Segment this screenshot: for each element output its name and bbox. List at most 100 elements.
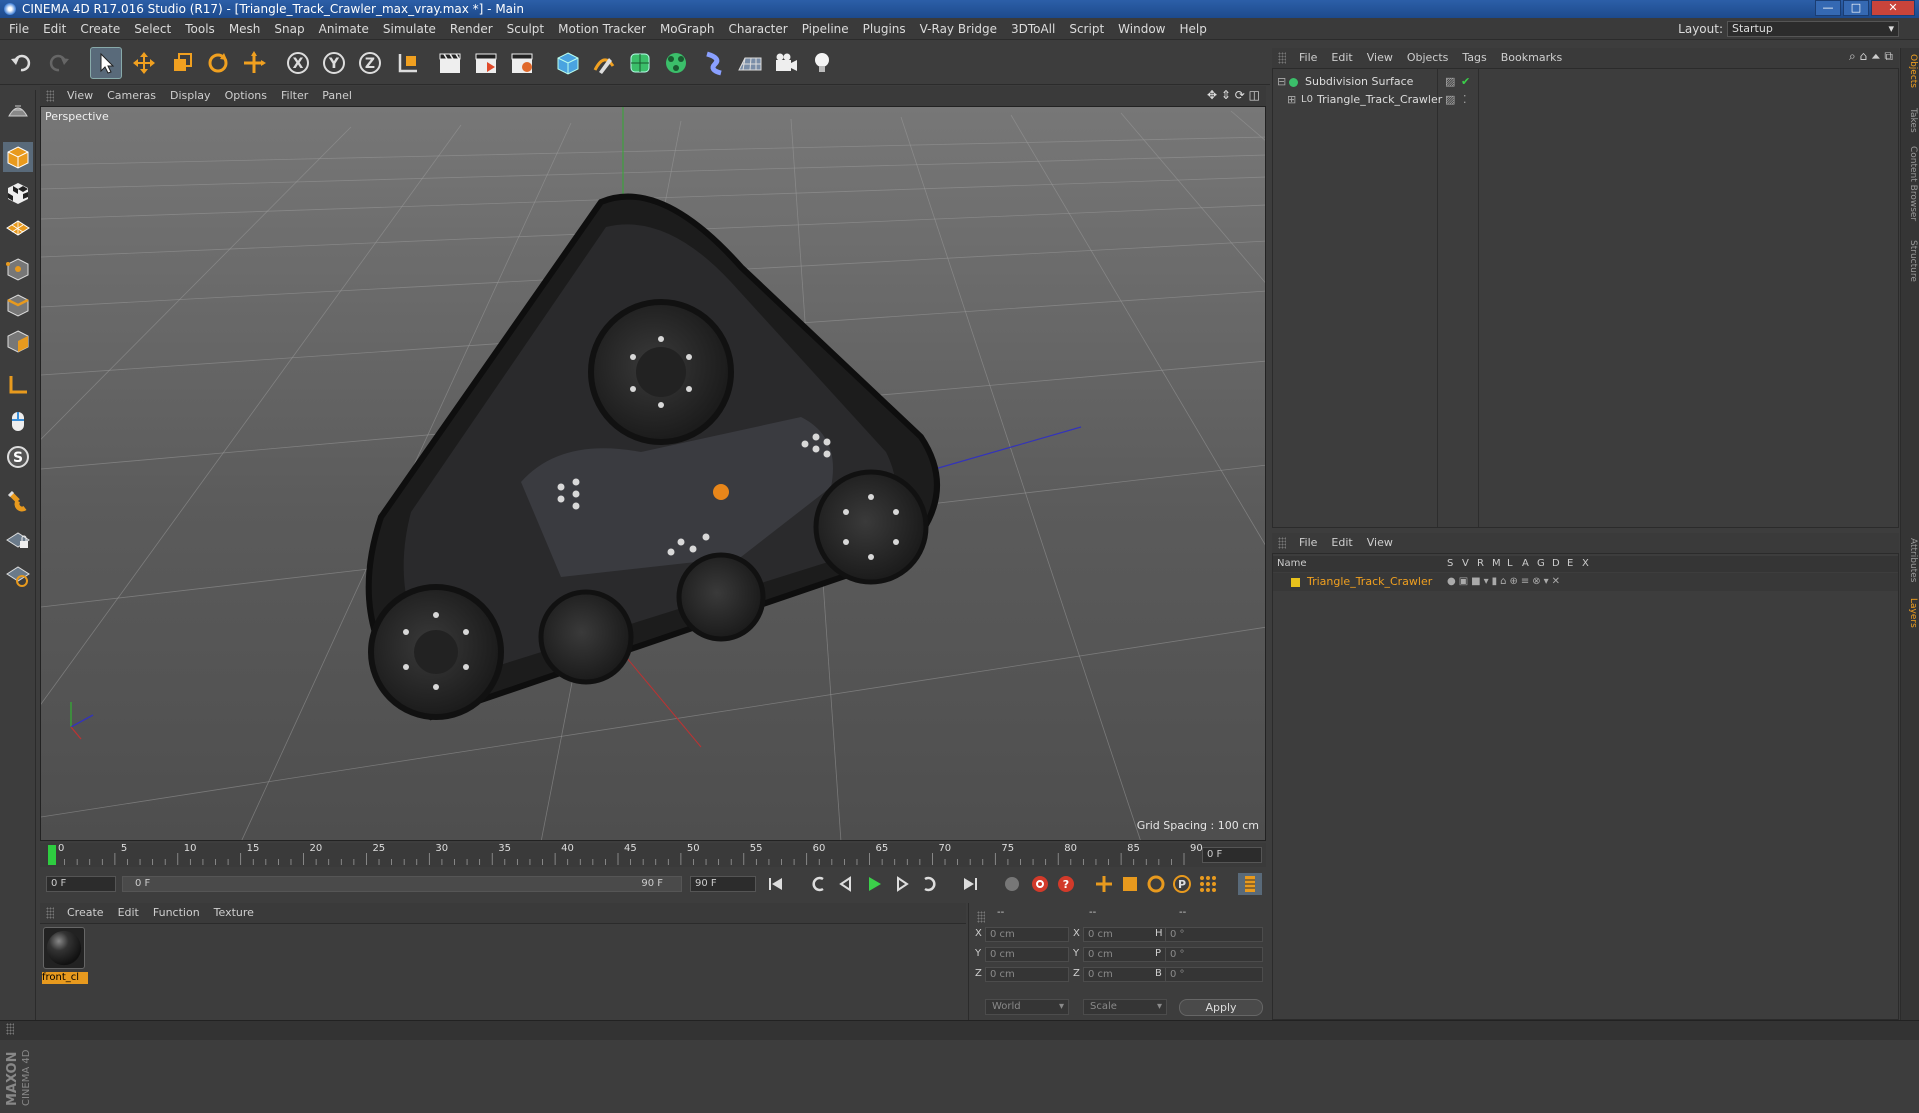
lock-workplane-button[interactable]	[3, 524, 33, 554]
layer-menu-view[interactable]: View	[1360, 533, 1400, 553]
pan-icon[interactable]: ✥	[1207, 88, 1217, 102]
menu-character[interactable]: Character	[721, 18, 794, 40]
viewport-menu-display[interactable]: Display	[163, 86, 218, 106]
new-window-icon[interactable]: ⧉	[1884, 49, 1893, 63]
frame-range-slider[interactable]: 0 F 90 F	[122, 876, 682, 892]
layer-tag-icon[interactable]: ▨	[1445, 91, 1455, 109]
hierarchy-up-icon[interactable]: ⏶	[1871, 49, 1881, 63]
scale-tool-button[interactable]	[166, 47, 198, 79]
3d-viewport[interactable]: Perspective Grid Spacing : 100 cm	[40, 106, 1266, 841]
menu-pipeline[interactable]: Pipeline	[795, 18, 856, 40]
current-frame-field[interactable]: 0 F	[1202, 847, 1262, 863]
menu-animate[interactable]: Animate	[312, 18, 376, 40]
menu-script[interactable]: Script	[1062, 18, 1111, 40]
key-parameter-button[interactable]: P	[1170, 873, 1194, 895]
key-scale-button[interactable]	[1118, 873, 1142, 895]
tweak-mode-button[interactable]	[3, 406, 33, 436]
planar-workplane-button[interactable]	[3, 560, 33, 590]
pen-spline-button[interactable]	[588, 47, 620, 79]
layer-menu-file[interactable]: File	[1292, 533, 1324, 553]
keyframe-selection-button[interactable]: ?	[1054, 873, 1078, 895]
material-item[interactable]: front_cl	[40, 924, 92, 988]
menu-v-ray-bridge[interactable]: V-Ray Bridge	[913, 18, 1004, 40]
object-menu-bookmarks[interactable]: Bookmarks	[1494, 48, 1569, 68]
enabled-check-icon[interactable]: ✔	[1461, 73, 1470, 91]
collapse-icon[interactable]: ⊟	[1277, 73, 1286, 91]
layer-menu-edit[interactable]: Edit	[1324, 533, 1359, 553]
axis-mode-button[interactable]	[3, 370, 33, 400]
size-mode-select[interactable]: Scale ▾	[1083, 999, 1167, 1015]
rotate-tool-button[interactable]	[202, 47, 234, 79]
rotation-b-field[interactable]: 0 °	[1165, 967, 1263, 982]
layer-column-name[interactable]: Name	[1277, 556, 1307, 572]
layer-tag-icon[interactable]: ▨	[1445, 73, 1455, 91]
object-row[interactable]: ⊞ L0 Triangle_Track_Crawler ▨ ⁚	[1273, 91, 1898, 109]
next-key-button[interactable]	[918, 873, 942, 895]
menu-mograph[interactable]: MoGraph	[653, 18, 722, 40]
menu-help[interactable]: Help	[1172, 18, 1213, 40]
menu-plugins[interactable]: Plugins	[856, 18, 913, 40]
layout-select[interactable]: Startup ▾	[1727, 21, 1899, 37]
menu-mesh[interactable]: Mesh	[222, 18, 268, 40]
x-axis-button[interactable]: X	[282, 47, 314, 79]
magnet-button[interactable]	[3, 486, 33, 516]
points-mode-button[interactable]	[3, 254, 33, 284]
tab-objects[interactable]: Objects	[1903, 54, 1918, 88]
world-coordinates-button[interactable]	[392, 47, 424, 79]
apply-button[interactable]: Apply	[1179, 999, 1263, 1016]
rotation-h-field[interactable]: 0 °	[1165, 927, 1263, 942]
key-pla-button[interactable]	[1196, 873, 1220, 895]
move-tool-button[interactable]	[128, 47, 160, 79]
menu-edit[interactable]: Edit	[36, 18, 73, 40]
camera-button[interactable]	[770, 47, 802, 79]
redo-button[interactable]	[42, 47, 74, 79]
select-tool-button[interactable]	[90, 47, 122, 79]
make-editable-button[interactable]	[3, 94, 33, 124]
cloner-button[interactable]	[660, 47, 692, 79]
rotation-p-field[interactable]: 0 °	[1165, 947, 1263, 962]
autokey-button[interactable]	[1028, 873, 1052, 895]
object-menu-tags[interactable]: Tags	[1455, 48, 1493, 68]
menu-render[interactable]: Render	[443, 18, 500, 40]
deformer-button[interactable]	[698, 47, 730, 79]
play-button[interactable]	[862, 873, 886, 895]
floor-button[interactable]	[734, 47, 766, 79]
edges-mode-button[interactable]	[3, 290, 33, 320]
render-picture-viewer-button[interactable]	[470, 47, 502, 79]
tab-attributes[interactable]: Attributes	[1903, 538, 1918, 582]
end-frame-field[interactable]: 90 F	[690, 876, 756, 892]
tab-content-browser[interactable]: Content Browser	[1903, 146, 1918, 221]
timeline-ruler[interactable]: 0 5 10 15 20 25 30 35 40 45 50 55 60 65 70 75 80 85 90 0 F	[40, 843, 1266, 867]
position-x-field[interactable]: 0 cm	[985, 927, 1069, 942]
menu-create[interactable]: Create	[73, 18, 127, 40]
menu-motion-tracker[interactable]: Motion Tracker	[551, 18, 653, 40]
viewport-menu-view[interactable]: View	[60, 86, 100, 106]
menu-3dtoall[interactable]: 3DToAll	[1004, 18, 1062, 40]
light-button[interactable]	[806, 47, 838, 79]
material-menu-edit[interactable]: Edit	[111, 903, 146, 923]
viewport-menu-cameras[interactable]: Cameras	[100, 86, 163, 106]
material-menu-create[interactable]: Create	[60, 903, 111, 923]
playhead-marker[interactable]	[48, 845, 56, 865]
undo-button[interactable]	[6, 47, 38, 79]
expand-icon[interactable]: ⊞	[1287, 91, 1296, 109]
object-menu-edit[interactable]: Edit	[1324, 48, 1359, 68]
search-icon[interactable]: ⌕	[1849, 49, 1856, 63]
object-row[interactable]: ⊟ Subdivision Surface ▨ ✔	[1273, 73, 1898, 91]
material-menu-function[interactable]: Function	[146, 903, 207, 923]
render-settings-button[interactable]	[506, 47, 538, 79]
object-menu-view[interactable]: View	[1360, 48, 1400, 68]
record-keys-button[interactable]	[1000, 873, 1024, 895]
maximize-view-icon[interactable]: ◫	[1249, 88, 1260, 102]
live-select-button[interactable]	[238, 47, 270, 79]
coordinate-system-select[interactable]: World ▾	[985, 999, 1069, 1015]
menu-tools[interactable]: Tools	[178, 18, 222, 40]
menu-simulate[interactable]: Simulate	[376, 18, 443, 40]
menu-snap[interactable]: Snap	[267, 18, 311, 40]
material-menu-texture[interactable]: Texture	[207, 903, 261, 923]
maximize-button[interactable]: □	[1843, 0, 1869, 16]
layer-row[interactable]: Triangle_Track_Crawler ●▣■▾▮⌂⊕≡⊗▾✕	[1273, 573, 1898, 591]
orbit-icon[interactable]: ⟳	[1235, 88, 1245, 102]
tab-layers[interactable]: Layers	[1903, 598, 1918, 628]
position-y-field[interactable]: 0 cm	[985, 947, 1069, 962]
